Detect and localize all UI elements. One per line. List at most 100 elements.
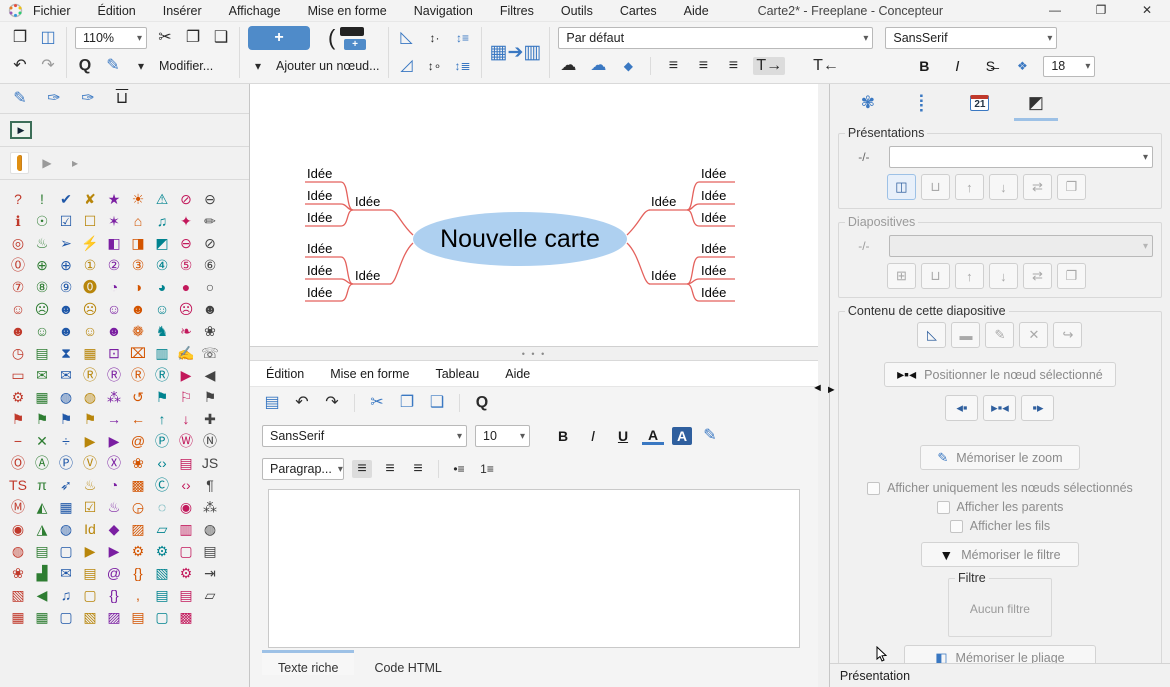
palette-icon[interactable]: ⚑ <box>150 386 174 408</box>
italic-icon[interactable]: I <box>946 58 968 75</box>
palette-icon[interactable]: ⚠ <box>150 188 174 210</box>
leaf-node[interactable]: Idée <box>307 263 332 278</box>
palette-icon[interactable]: ◀ <box>198 364 222 386</box>
palette-icon[interactable]: ☑ <box>54 210 78 232</box>
leaf-node[interactable]: Idée <box>307 241 332 256</box>
palette-icon[interactable]: Ⓜ <box>6 496 30 518</box>
note-menu-item[interactable]: Édition <box>266 367 304 381</box>
palette-icon[interactable]: ❀ <box>198 320 222 342</box>
palette-icon[interactable]: ⊕ <box>54 254 78 276</box>
place-node-left-button[interactable]: ◂▪ <box>945 395 978 421</box>
palette-icon[interactable]: ☻ <box>102 320 126 342</box>
palette-icon[interactable]: ● <box>174 276 198 298</box>
paste-icon[interactable]: ❑ <box>211 30 231 46</box>
modify-button[interactable]: Modifier... <box>159 59 213 73</box>
palette-icon[interactable]: ☺ <box>102 298 126 320</box>
palette-icon[interactable]: ⊡ <box>102 342 126 364</box>
palette-icon[interactable]: ◔ <box>102 474 126 496</box>
palette-icon[interactable]: ▦ <box>30 386 54 408</box>
palette-icon[interactable]: ❧ <box>174 320 198 342</box>
palette-icon[interactable]: ¶ <box>198 474 222 496</box>
menu-item[interactable]: Mise en forme <box>308 4 387 18</box>
palette-icon[interactable]: ⑧ <box>30 276 54 298</box>
menu-item[interactable]: Outils <box>561 4 593 18</box>
palette-icon[interactable]: ◀ <box>30 584 54 606</box>
palette-icon[interactable]: ☺ <box>30 320 54 342</box>
palette-icon[interactable]: ✘ <box>78 188 102 210</box>
palette-icon[interactable]: Id <box>78 518 102 540</box>
palette-icon[interactable]: ▟ <box>30 562 54 584</box>
paste-format-icon[interactable]: ✑ <box>78 91 98 107</box>
edit-selection-button[interactable]: ✎ <box>985 322 1014 348</box>
menu-item[interactable]: Insérer <box>163 4 202 18</box>
new-node-button[interactable]: + <box>248 26 310 50</box>
leaf-node[interactable]: Idée <box>701 166 726 181</box>
close-button[interactable]: ✕ <box>1124 0 1170 21</box>
edge-style-icon[interactable]: ◆ <box>618 60 638 72</box>
format-painter-icon[interactable]: ✎ <box>103 58 123 74</box>
palette-icon[interactable]: ▤ <box>78 562 102 584</box>
palette-icon[interactable]: ▤ <box>126 606 150 628</box>
palette-icon[interactable]: ◌ <box>150 496 174 518</box>
palette-icon[interactable]: ☺ <box>150 298 174 320</box>
palette-icon[interactable]: Ⓡ <box>150 364 174 386</box>
palette-icon[interactable]: Ⓟ <box>150 430 174 452</box>
palette-icon[interactable]: ▤ <box>174 584 198 606</box>
swap-button[interactable]: ⇄ <box>1023 174 1052 200</box>
vertical-gap-node2-icon[interactable]: ↕∘ <box>425 60 445 72</box>
copy-format-icon[interactable]: ✑ <box>44 91 64 107</box>
palette-icon[interactable]: ☉ <box>30 210 54 232</box>
palette-icon[interactable]: ⓿ <box>78 276 102 298</box>
palette-icon[interactable]: ▨ <box>126 518 150 540</box>
palette-icon[interactable]: ‹› <box>150 452 174 474</box>
palette-icon[interactable]: ⁂ <box>102 386 126 408</box>
palette-icon[interactable]: ▶ <box>102 540 126 562</box>
copy-icon[interactable]: ❐ <box>183 30 203 46</box>
branch-node[interactable]: Idée <box>355 194 380 209</box>
memorize-filter-button[interactable]: ▼ Mémoriser le filtre <box>921 542 1079 567</box>
palette-icon[interactable]: ◍ <box>6 540 30 562</box>
palette-icon[interactable]: ◉ <box>6 518 30 540</box>
palette-icon[interactable]: ♨ <box>102 496 126 518</box>
palette-icon[interactable]: ▶ <box>174 364 198 386</box>
palette-icon[interactable]: Ⓡ <box>78 364 102 386</box>
palette-icon[interactable]: ◉ <box>174 496 198 518</box>
palette-icon[interactable]: ☺ <box>78 320 102 342</box>
note-menu-item[interactable]: Mise en forme <box>330 367 409 381</box>
chevron-down-icon[interactable]: ▾ <box>248 60 268 72</box>
note-font-size-combobox[interactable]: 10 ▾ <box>475 425 530 447</box>
palette-icon[interactable]: ▭ <box>6 364 30 386</box>
palette-icon[interactable]: ☻ <box>6 320 30 342</box>
palette-icon[interactable]: ▤ <box>30 342 54 364</box>
palette-icon[interactable]: ☺ <box>6 298 30 320</box>
redo-icon[interactable]: ↷ <box>322 395 342 411</box>
leaf-node[interactable]: Idée <box>307 166 332 181</box>
text-direction-ltr-icon[interactable]: T→ <box>753 57 785 75</box>
palette-icon[interactable]: ⇥ <box>198 562 222 584</box>
leaf-node[interactable]: Idée <box>307 188 332 203</box>
menu-item[interactable]: Filtres <box>500 4 534 18</box>
palette-icon[interactable]: ◮ <box>30 518 54 540</box>
palette-icon[interactable]: ③ <box>126 254 150 276</box>
select-node-button[interactable]: ▬ <box>951 322 980 348</box>
layout-outline-icon[interactable]: ◿ <box>397 58 417 74</box>
palette-icon[interactable]: ⊖ <box>174 232 198 254</box>
palette-icon[interactable]: ↺ <box>126 386 150 408</box>
menu-item[interactable]: Fichier <box>33 4 71 18</box>
minimize-button[interactable]: — <box>1032 0 1078 21</box>
expand-more-icon[interactable]: ▸ <box>65 157 85 169</box>
palette-icon[interactable]: ◧ <box>102 232 126 254</box>
align-right-icon[interactable]: ≡ <box>723 58 743 74</box>
add-child-node-button[interactable]: ( + <box>326 25 370 51</box>
remove-selection-button[interactable]: ✕ <box>1019 322 1048 348</box>
tab-format-palette[interactable]: ✾ <box>846 87 890 121</box>
delete-presentation-button[interactable]: ⊔ <box>921 174 950 200</box>
leaf-node[interactable]: Idée <box>701 188 726 203</box>
leaf-node[interactable]: Idée <box>307 210 332 225</box>
tab-nodes[interactable]: ⡇ <box>902 87 946 121</box>
palette-icon[interactable]: ★ <box>102 188 126 210</box>
remove-format-icon[interactable]: ✎ <box>700 428 720 444</box>
palette-icon[interactable]: ❀ <box>126 452 150 474</box>
palette-icon[interactable]: ▧ <box>150 562 174 584</box>
align-right-icon[interactable]: ≡ <box>408 461 428 477</box>
